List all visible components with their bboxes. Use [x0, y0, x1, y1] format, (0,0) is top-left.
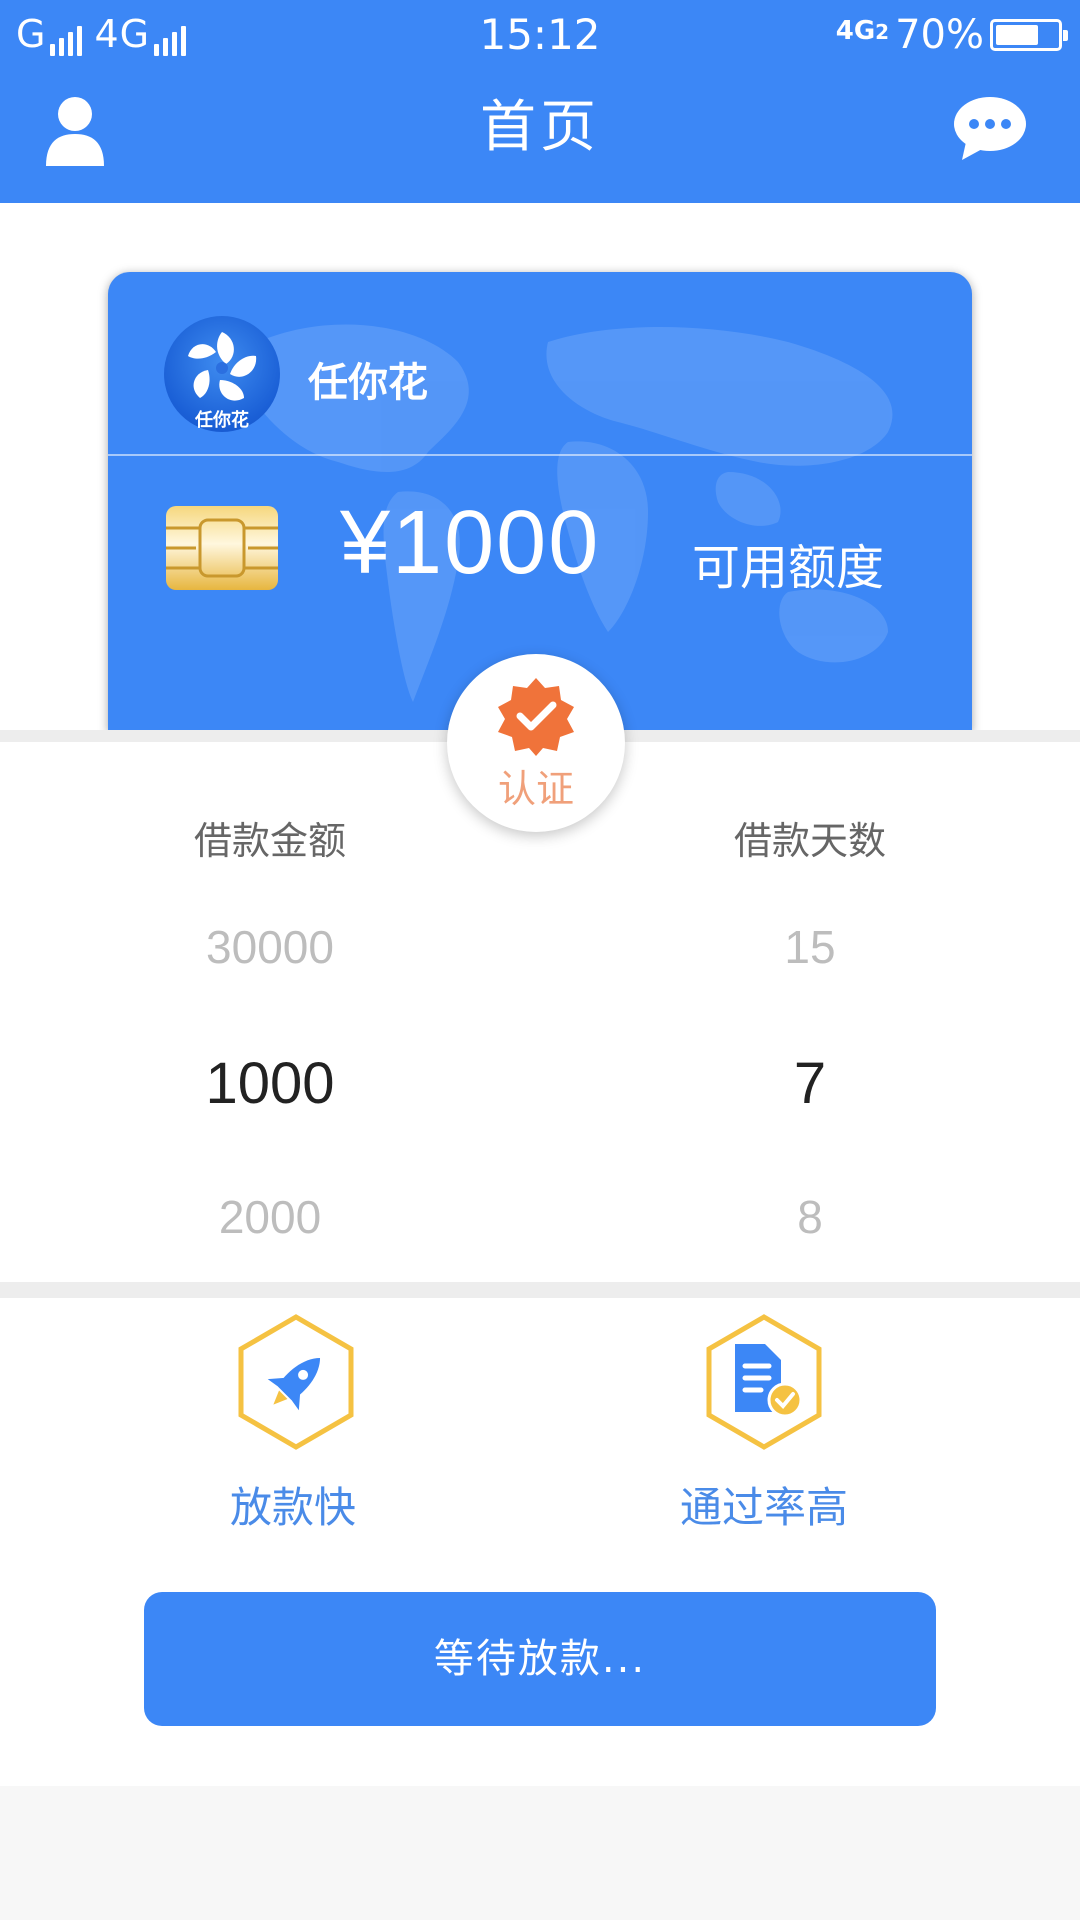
days-column-title: 借款天数: [733, 819, 886, 863]
verify-badge[interactable]: 认证: [447, 654, 625, 832]
features-section: 放款快 通过率高 等待放款...: [0, 1298, 1080, 1786]
waiting-disbursement-button[interactable]: 等待放款...: [144, 1592, 936, 1726]
available-amount: ¥1000: [340, 493, 601, 593]
brand-logo: 任你花: [164, 316, 280, 432]
rocket-icon: [238, 1314, 354, 1450]
feature-label-approval: 通过率高: [679, 1483, 848, 1532]
status-bar: G 4G 15:12 4G2 70%: [0, 0, 1080, 70]
amount-option-below[interactable]: 2000: [120, 1190, 420, 1244]
battery-percent: 70%: [895, 12, 984, 58]
battery-icon: [990, 19, 1068, 51]
verify-badge-label: 认证: [497, 767, 574, 811]
card-area: 任你花 任你花 ¥1000 可用额度: [0, 203, 1080, 732]
amount-column-title: 借款金额: [193, 819, 346, 863]
card-chip-icon: [166, 506, 278, 590]
days-option-above[interactable]: 15: [660, 920, 960, 974]
brand-name: 任你花: [308, 360, 428, 406]
days-option-selected[interactable]: 7: [660, 1050, 960, 1117]
verified-check-icon: [498, 678, 574, 756]
feature-label-fast: 放款快: [229, 1483, 356, 1532]
divider-bottom: [0, 1282, 1080, 1298]
amount-option-selected[interactable]: 1000: [120, 1050, 420, 1117]
brand-logo-text: 任你花: [195, 410, 249, 431]
status-right: 4G2 70%: [835, 12, 1068, 58]
chat-bubble-icon[interactable]: [952, 96, 1028, 162]
app-header: G 4G 15:12 4G2 70% 首页: [0, 0, 1080, 203]
days-option-below[interactable]: 8: [660, 1190, 960, 1244]
card-divider: [108, 454, 972, 456]
home-screen: G 4G 15:12 4G2 70% 首页 任你花 任你花 ¥1000 可用额度…: [0, 0, 1080, 1920]
amount-option-above[interactable]: 30000: [120, 920, 420, 974]
network-type: 4G2: [835, 16, 890, 46]
document-check-icon: [706, 1314, 822, 1450]
available-amount-label: 可用额度: [692, 540, 885, 596]
page-title: 首页: [480, 95, 600, 160]
